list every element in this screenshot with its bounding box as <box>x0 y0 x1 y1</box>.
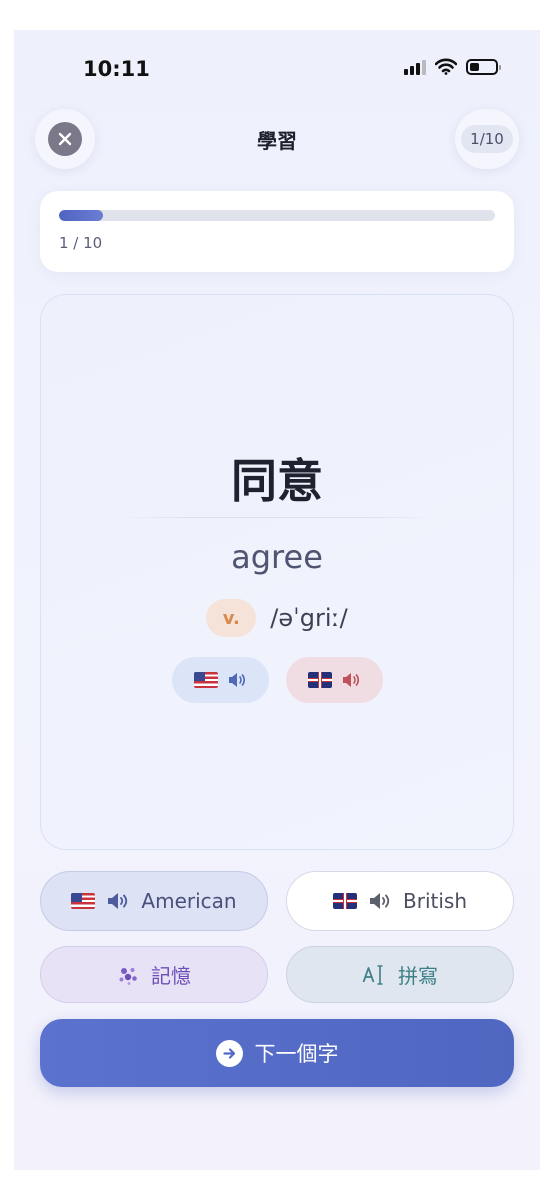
us-flag-icon <box>194 672 218 688</box>
american-label: American <box>141 889 237 913</box>
spelling-button[interactable]: 拼寫 <box>286 946 514 1003</box>
mini-audio-buttons <box>41 657 513 703</box>
progress-bar <box>59 210 495 221</box>
us-flag-icon <box>71 893 96 909</box>
play-american-mini-button[interactable] <box>171 657 269 703</box>
battery-icon <box>466 58 501 75</box>
chinese-word: 同意 <box>231 454 323 508</box>
word-counter-badge[interactable]: 1/10 <box>455 109 519 169</box>
phonetic-transcription: /əˈgriː/ <box>270 604 348 632</box>
british-label: British <box>403 889 467 913</box>
word-details: v. /əˈgriː/ <box>41 599 513 637</box>
uk-flag-icon <box>333 893 357 909</box>
next-word-button[interactable]: 下一個字 <box>40 1019 514 1087</box>
memory-button[interactable]: 記憶 <box>40 946 268 1003</box>
card-divider <box>121 517 433 518</box>
app-screen: 10:11 學習 1/10 1 / 10 同意 agree v. /əˈgriː… <box>14 30 540 1170</box>
progress-card: 1 / 10 <box>40 191 514 272</box>
english-word: agree <box>231 538 323 576</box>
status-icons <box>404 58 501 75</box>
next-word-label: 下一個字 <box>254 1042 339 1066</box>
memory-label: 記憶 <box>151 964 191 988</box>
speaker-icon <box>229 673 246 687</box>
play-british-mini-button[interactable] <box>285 657 383 703</box>
uk-flag-icon <box>308 672 332 688</box>
spelling-label: 拼寫 <box>398 964 438 988</box>
text-cursor-icon <box>362 964 383 985</box>
play-american-button[interactable]: American <box>40 871 268 931</box>
cellular-signal-icon <box>404 59 426 75</box>
status-time: 10:11 <box>83 57 150 81</box>
speaker-icon <box>108 893 128 909</box>
part-of-speech-badge: v. <box>206 599 257 637</box>
sparkles-icon <box>119 967 137 985</box>
flashcard[interactable]: 同意 agree v. /əˈgriː/ <box>40 294 514 850</box>
progress-bar-fill <box>59 210 103 221</box>
speaker-icon <box>370 893 390 909</box>
play-british-button[interactable]: British <box>286 871 514 931</box>
progress-label: 1 / 10 <box>59 234 103 252</box>
speaker-icon <box>343 673 360 687</box>
word-counter-label: 1/10 <box>461 125 513 153</box>
wifi-icon <box>435 58 457 75</box>
arrow-right-icon <box>215 1039 243 1067</box>
